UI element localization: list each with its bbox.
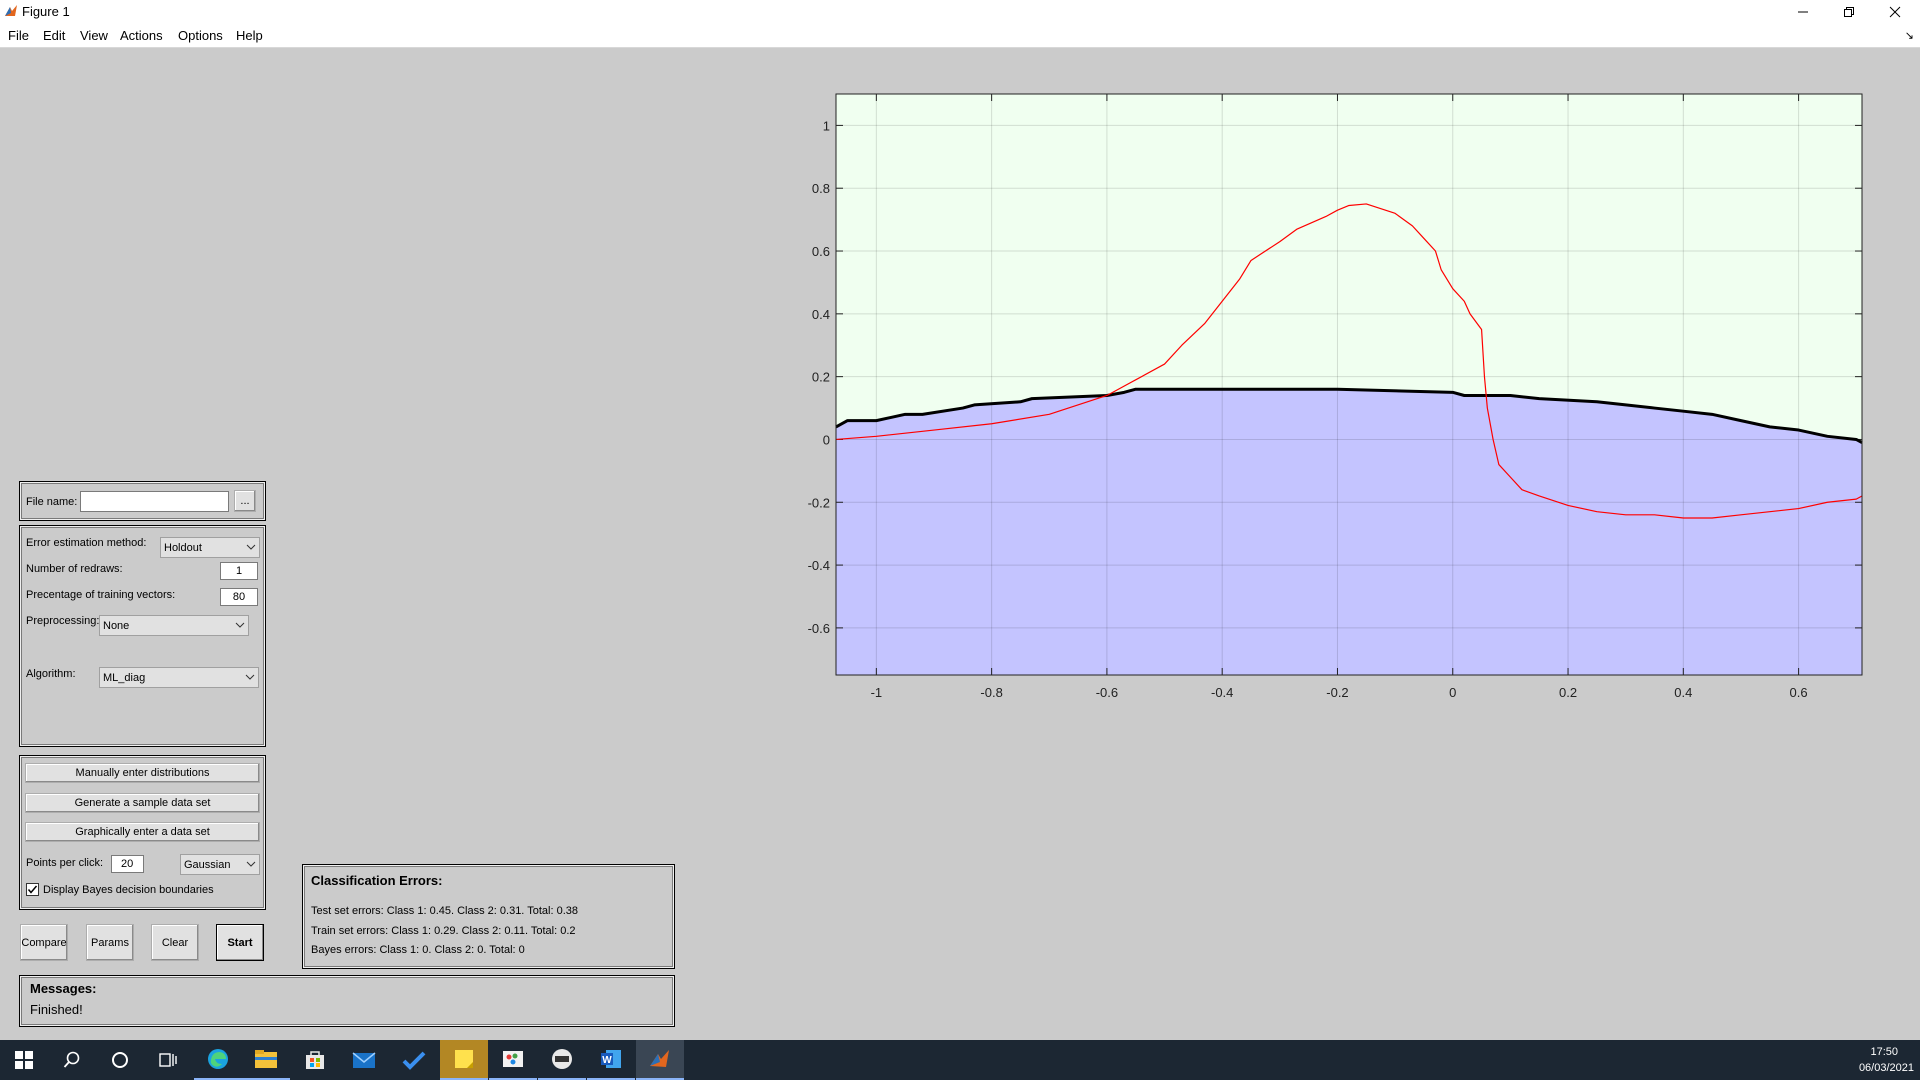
y-tick-label: 0.4 [812,307,830,322]
bayes-errors-text: Bayes errors: Class 1: 0. Class 2: 0. To… [311,944,525,956]
errors-title: Classification Errors: [311,873,443,888]
data-entry-panel: Manually enter distributions Generate a … [19,755,266,910]
classification-errors-panel: Classification Errors: Test set errors: … [302,864,675,969]
points-per-click-label: Points per click: [26,857,104,869]
chevron-down-icon [246,544,256,550]
mail-icon [352,1052,376,1068]
browse-button[interactable]: ... [234,490,256,512]
clear-button[interactable]: Clear [151,924,199,961]
paint-icon [503,1051,523,1067]
chevron-down-icon [235,622,245,628]
word-button[interactable]: W [587,1040,635,1080]
x-tick-label: -0.8 [980,685,1002,700]
points-per-click-input[interactable]: 20 [111,855,144,873]
messages-title: Messages: [30,981,97,996]
train-errors-text: Train set errors: Class 1: 0.29. Class 2… [311,925,576,937]
x-tick-label: -0.2 [1326,685,1348,700]
start-menu-button[interactable] [0,1040,48,1080]
messages-panel: Messages: Finished! [19,975,675,1027]
x-tick-label: -1 [871,685,883,700]
y-tick-label: 1 [823,118,830,133]
search-button[interactable] [48,1040,96,1080]
sticky-note-icon [455,1050,473,1068]
algorithm-dropdown[interactable]: ML_diag [99,667,259,688]
y-tick-label: -0.6 [808,621,830,636]
windows-logo-icon [15,1051,33,1069]
bayes-checkbox[interactable] [26,883,39,896]
algorithm-value: ML_diag [103,672,146,684]
compare-button[interactable]: Compare [20,924,68,961]
app-circle-icon [552,1049,572,1069]
sticky-notes-button[interactable] [440,1040,488,1080]
redraws-label: Number of redraws: [26,563,123,575]
chevron-down-icon [246,861,256,867]
preprocessing-dropdown[interactable]: None [99,615,249,636]
preprocessing-value: None [103,620,130,632]
graphical-dataset-button[interactable]: Graphically enter a data set [25,822,260,842]
word-icon: W [601,1050,621,1068]
x-tick-label: 0.2 [1559,685,1577,700]
edge-browser-icon [208,1049,228,1069]
test-errors-text: Test set errors: Class 1: 0.45. Class 2:… [311,905,578,917]
x-tick-label: 0 [1449,685,1456,700]
messages-text: Finished! [30,1002,83,1017]
bayes-checkbox-label: Display Bayes decision boundaries [43,884,214,896]
redraws-input[interactable]: 1 [220,562,258,580]
folder-icon [255,1050,277,1068]
settings-panel: Error estimation method: Holdout Number … [19,525,266,747]
todo-button[interactable] [390,1040,438,1080]
task-view-button[interactable] [144,1040,192,1080]
search-icon [63,1051,80,1068]
y-tick-label: -0.4 [808,558,830,573]
algorithm-label: Algorithm: [26,668,76,680]
y-tick-label: 0 [823,432,830,447]
chevron-down-icon [245,674,255,680]
taskbar: W 17:50 06/03/2021 [0,1040,1920,1080]
y-tick-label: 0.6 [812,244,830,259]
task-view-icon [159,1053,177,1067]
checkmark-icon [402,1051,426,1070]
y-tick-label: 0.8 [812,181,830,196]
lower-decision-region [836,389,1862,675]
x-tick-label: 0.4 [1674,685,1692,700]
x-tick-label: -0.4 [1211,685,1233,700]
x-tick-label: 0.6 [1790,685,1808,700]
clock-date[interactable]: 06/03/2021 [1859,1062,1914,1074]
cortana-icon [112,1052,128,1068]
app-button[interactable] [538,1040,586,1080]
training-label: Precentage of training vectors: [26,589,176,601]
mail-button[interactable] [340,1040,388,1080]
paint-button[interactable] [489,1040,537,1080]
store-button[interactable] [291,1040,339,1080]
error-method-value: Holdout [164,542,202,554]
matlab-icon [650,1050,669,1067]
x-tick-label: -0.6 [1096,685,1118,700]
file-explorer-button[interactable] [242,1040,290,1080]
params-button[interactable]: Params [86,924,134,961]
file-panel: File name: ... [19,481,266,521]
preprocessing-label: Preprocessing: [26,615,100,627]
training-input[interactable]: 80 [220,588,258,606]
start-button[interactable]: Start [216,924,264,961]
cortana-button[interactable] [96,1040,144,1080]
edge-button[interactable] [194,1040,242,1080]
y-tick-label: 0.2 [812,370,830,385]
y-tick-label: -0.2 [808,495,830,510]
error-method-dropdown[interactable]: Holdout [160,537,260,558]
error-method-label: Error estimation method: [26,537,147,549]
clock-time[interactable]: 17:50 [1870,1046,1898,1058]
matlab-button[interactable] [636,1040,684,1080]
plot-area[interactable]: -1 -0.8 -0.6 -0.4 -0.2 0 0.2 0.4 0.6 1 0.8 0.6 0.4 0.… [0,0,1920,1040]
file-name-label: File name: [26,496,78,508]
store-bag-icon [306,1051,324,1069]
file-name-input[interactable] [80,491,229,512]
distribution-value: Gaussian [184,859,231,871]
svg-text:W: W [602,1055,612,1066]
manual-distributions-button[interactable]: Manually enter distributions [25,763,260,783]
generate-dataset-button[interactable]: Generate a sample data set [25,793,260,813]
distribution-dropdown[interactable]: Gaussian [180,854,260,875]
